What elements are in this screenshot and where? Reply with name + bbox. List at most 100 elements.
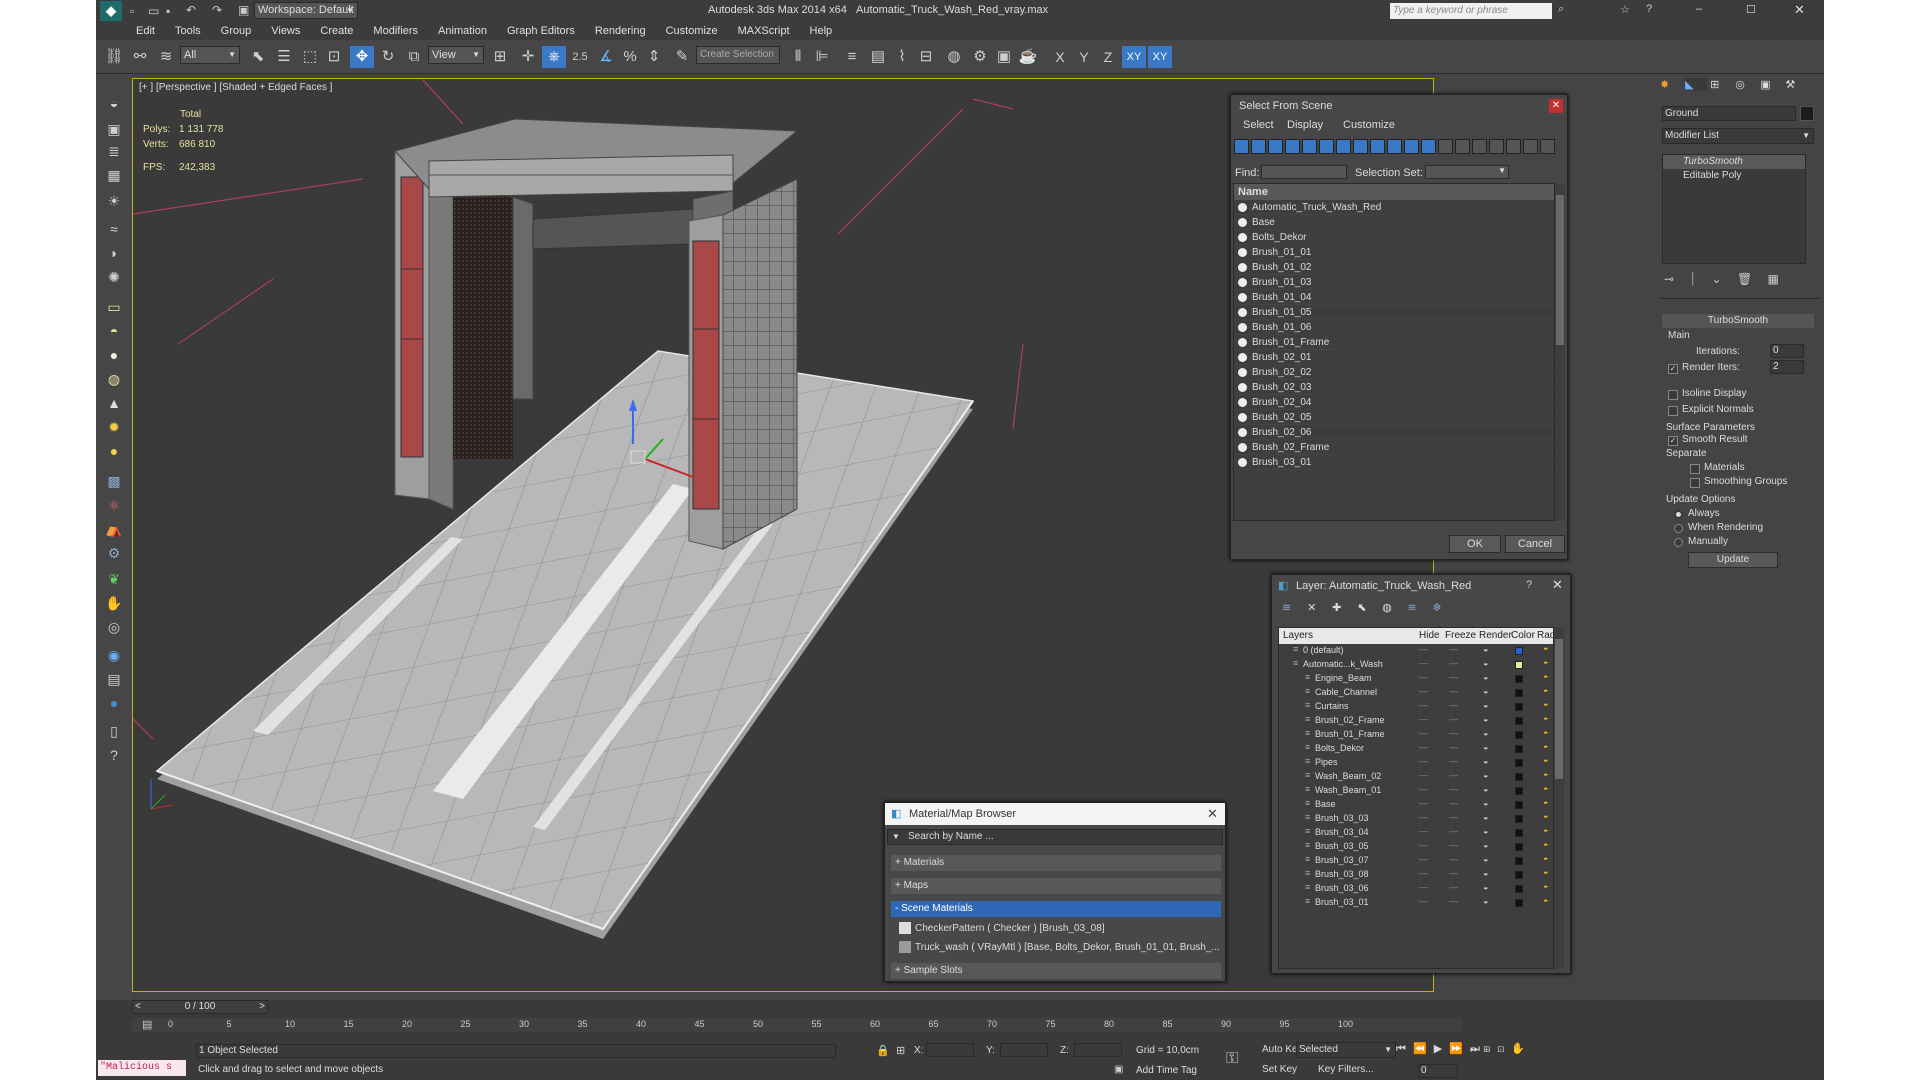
manually-radio[interactable] xyxy=(1674,538,1683,547)
radiosity-light-icon[interactable]: ◓ xyxy=(1543,826,1548,836)
teapot-icon[interactable]: ◒ xyxy=(1483,700,1488,710)
select-in-layer-icon[interactable]: ⬉ xyxy=(1357,601,1379,614)
set-key-button[interactable]: Set Key xyxy=(1262,1064,1297,1075)
filter-frozen-icon[interactable] xyxy=(1404,139,1419,154)
teapot-icon[interactable]: ◒ xyxy=(1483,840,1488,850)
hide-toggle[interactable]: — xyxy=(1419,644,1428,654)
freeze-toggle[interactable]: — xyxy=(1449,714,1458,724)
help-icon[interactable]: ? xyxy=(1646,3,1652,15)
render-iters-spinner[interactable]: 2 xyxy=(1770,360,1804,374)
freeze-toggle[interactable]: — xyxy=(1449,868,1458,878)
layer-column-layers[interactable]: Layers xyxy=(1283,630,1313,641)
layer-row[interactable]: ≡ Brush_01_Frame — — ◒ ◓ xyxy=(1279,728,1553,742)
sun-icon[interactable]: ✹ xyxy=(102,416,126,438)
layer-row[interactable]: ≡ Automatic...k_Wash — — ◒ ◓ xyxy=(1279,658,1553,672)
hide-toggle[interactable]: — xyxy=(1419,672,1428,682)
filter-columns-icon[interactable] xyxy=(1523,139,1538,154)
maxscript-listener[interactable]: "Malicious s xyxy=(98,1060,186,1076)
scene-item[interactable]: Brush_01_01 xyxy=(1234,245,1554,260)
radiosity-light-icon[interactable]: ◓ xyxy=(1543,728,1548,738)
layer-column-radiosity[interactable]: Radiosity xyxy=(1537,630,1553,641)
object-color-swatch[interactable] xyxy=(1800,106,1814,121)
layer-color-swatch[interactable] xyxy=(1515,745,1523,753)
layer-scrollbar[interactable] xyxy=(1554,627,1564,969)
stack-item-editable-poly[interactable]: Editable Poly xyxy=(1663,169,1805,183)
teapot-icon[interactable]: ◒ xyxy=(1483,854,1488,864)
cone-icon[interactable]: ▲ xyxy=(102,392,126,414)
add-time-tag[interactable]: Add Time Tag xyxy=(1136,1065,1197,1076)
teapot-icon[interactable]: ◒ xyxy=(1483,644,1488,654)
menu-customize[interactable]: Customize xyxy=(1343,119,1395,131)
hide-toggle[interactable]: — xyxy=(1419,840,1428,850)
filter-geometry-icon[interactable] xyxy=(1234,139,1249,154)
quick-access-open-icon[interactable]: ▭ xyxy=(148,4,159,18)
radiosity-light-icon[interactable]: ◓ xyxy=(1543,658,1548,668)
doc-icon[interactable]: ▯ xyxy=(102,720,126,742)
object-name-field[interactable]: Ground xyxy=(1662,106,1796,121)
scene-item[interactable]: Automatic_Truck_Wash_Red xyxy=(1234,200,1554,215)
freeze-all-icon[interactable]: ❄ xyxy=(1432,601,1454,614)
layer-color-swatch[interactable] xyxy=(1515,717,1523,725)
layer-row[interactable]: ≡ Brush_03_06 — — ◒ ◓ xyxy=(1279,882,1553,896)
workspace-dropdown[interactable]: Workspace: Default ▼ xyxy=(254,2,358,19)
help-icon[interactable]: ? xyxy=(1526,579,1532,591)
material-search-bar[interactable]: ▼ Search by Name ... xyxy=(887,829,1223,845)
material-item[interactable]: CheckerPattern ( Checker ) [Brush_03_08] xyxy=(899,921,1221,937)
next-key-icon[interactable]: ⏩ xyxy=(1449,1043,1463,1055)
filter-bones-icon[interactable] xyxy=(1370,139,1385,154)
sphere-blue-icon[interactable]: ● xyxy=(102,692,126,714)
z-coord-field[interactable] xyxy=(1074,1043,1122,1057)
sep-smoothing-checkbox[interactable] xyxy=(1690,478,1700,488)
freeze-toggle[interactable]: — xyxy=(1449,728,1458,738)
radiosity-light-icon[interactable]: ◓ xyxy=(1543,756,1548,766)
teapot-icon[interactable]: ◒ xyxy=(1483,658,1488,668)
calc-icon[interactable]: ▦ xyxy=(102,164,126,186)
layer-row[interactable]: ≡ Brush_03_04 — — ◒ ◓ xyxy=(1279,826,1553,840)
sound-icon[interactable]: ◗ xyxy=(102,242,126,264)
app-logo-icon[interactable]: ◆ xyxy=(100,1,122,21)
motion-tab-icon[interactable]: ◎ xyxy=(1735,78,1757,91)
teapot-icon[interactable]: ◒ xyxy=(1483,896,1488,906)
axis-constraint-y[interactable]: Y xyxy=(1072,46,1096,68)
teapot-icon[interactable]: ◒ xyxy=(1483,770,1488,780)
stack-item-turbosmooth[interactable]: TurboSmooth xyxy=(1663,155,1805,169)
snap-toggle-icon[interactable]: 2.5 xyxy=(568,46,592,68)
when-rendering-radio[interactable] xyxy=(1674,524,1683,533)
select-scale-icon[interactable]: ⧉ xyxy=(402,46,426,68)
freeze-toggle[interactable]: — xyxy=(1449,812,1458,822)
scrollbar-thumb[interactable] xyxy=(1556,195,1564,345)
leaf-icon[interactable]: ❦ xyxy=(102,568,126,590)
radiosity-light-icon[interactable]: ◓ xyxy=(1543,840,1548,850)
scene-item[interactable]: Brush_01_04 xyxy=(1234,290,1554,305)
hide-toggle[interactable]: — xyxy=(1419,756,1428,766)
ribbon-icon[interactable]: ▤ xyxy=(866,46,890,68)
minimize-button[interactable]: – xyxy=(1696,3,1702,15)
layer-color-swatch[interactable] xyxy=(1515,899,1523,907)
hide-toggle[interactable]: — xyxy=(1419,658,1428,668)
freeze-toggle[interactable]: — xyxy=(1449,896,1458,906)
question-icon[interactable]: ? xyxy=(102,744,126,766)
teapot-icon[interactable]: ◒ xyxy=(1483,798,1488,808)
map-icon[interactable]: ▤ xyxy=(102,668,126,690)
create-tab-icon[interactable]: ✸ xyxy=(1660,78,1682,91)
layer-row[interactable]: ≡ Brush_03_08 — — ◒ ◓ xyxy=(1279,868,1553,882)
key-icon[interactable]: ⚿ xyxy=(1226,1050,1238,1068)
zoom-extents-icon[interactable]: ⊡ xyxy=(1497,1043,1504,1055)
radiosity-light-icon[interactable]: ◓ xyxy=(1543,672,1548,682)
axis-constraint-cycle[interactable]: XY xyxy=(1148,46,1172,68)
scene-item[interactable]: Brush_02_03 xyxy=(1234,380,1554,395)
menu-modifiers[interactable]: Modifiers xyxy=(363,22,428,40)
track-bar[interactable]: 0 5 10 15 20 25 30 35 40 45 50 55 60 65 70 75 80 85 90 95 10… xyxy=(132,1018,1462,1032)
hide-toggle[interactable]: — xyxy=(1419,700,1428,710)
layer-color-swatch[interactable] xyxy=(1515,787,1523,795)
layer-row[interactable]: ≡ Brush_03_07 — — ◒ ◓ xyxy=(1279,854,1553,868)
scene-item[interactable]: Brush_01_03 xyxy=(1234,275,1554,290)
modifier-list-dropdown[interactable]: Modifier List ▼ xyxy=(1662,128,1814,144)
scene-item[interactable]: Brush_02_01 xyxy=(1234,350,1554,365)
link-icon[interactable]: ⛓ xyxy=(102,46,126,68)
radiosity-light-icon[interactable]: ◓ xyxy=(1543,812,1548,822)
layer-row[interactable]: ≡ Cable_Channel — — ◒ ◓ xyxy=(1279,686,1553,700)
layer-row[interactable]: ≡ Wash_Beam_02 — — ◒ ◓ xyxy=(1279,770,1553,784)
layer-color-swatch[interactable] xyxy=(1515,773,1523,781)
edit-named-sel-icon[interactable]: ✎ xyxy=(670,46,694,68)
